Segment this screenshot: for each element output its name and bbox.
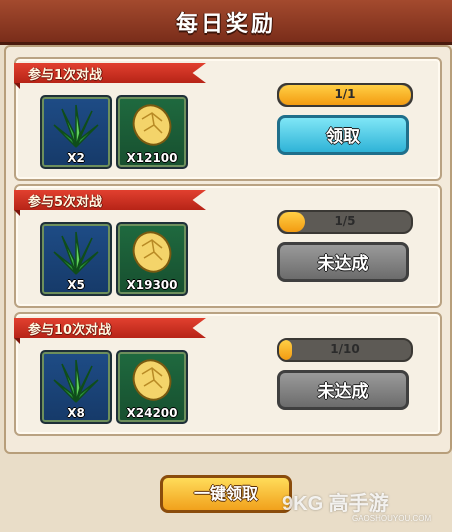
reward-quantity: X8 [67, 406, 85, 420]
herb-icon [53, 231, 99, 275]
progress-bar: 1/1 [277, 83, 413, 107]
not-achieved-button[interactable]: 未达成 [277, 370, 409, 410]
herb-icon [53, 104, 99, 148]
reward-slot-gold[interactable]: X24200 [116, 350, 188, 424]
task-title: 参与5次对战 [28, 195, 103, 210]
reward-slot-gold[interactable]: X19300 [116, 222, 188, 296]
task-title: 参与1次对战 [28, 68, 103, 83]
reward-slot-gold[interactable]: X12100 [116, 95, 188, 169]
progress-text: 1/1 [334, 87, 356, 101]
gold-nugget-icon [132, 231, 172, 273]
not-achieved-button[interactable]: 未达成 [277, 242, 409, 282]
reward-slot-herb[interactable]: X5 [40, 222, 112, 296]
reward-quantity: X5 [67, 278, 85, 292]
task-ribbon: 参与5次对战 [14, 190, 206, 210]
task-ribbon: 参与1次对战 [14, 63, 206, 83]
reward-quantity: X24200 [126, 406, 178, 420]
gold-nugget-icon [132, 104, 172, 146]
reward-slot-herb[interactable]: X2 [40, 95, 112, 169]
watermark-url: GAOSHOUYOU.COM [352, 514, 432, 523]
reward-card-1: 参与1次对战 X2 X12100 1/1 领取 [14, 57, 442, 181]
herb-icon [53, 359, 99, 403]
claim-all-button[interactable]: 一键领取 [160, 475, 292, 513]
progress-bar: 1/10 [277, 338, 413, 362]
title-bar: 每日奖励 [0, 0, 452, 45]
gold-nugget-icon [132, 359, 172, 401]
reward-quantity: X19300 [126, 278, 178, 292]
reward-quantity: X2 [67, 151, 85, 165]
progress-bar: 1/5 [277, 210, 413, 234]
progress-text: 1/10 [330, 342, 360, 356]
progress-text: 1/5 [334, 214, 356, 228]
page-title: 每日奖励 [175, 12, 276, 37]
reward-card-2: 参与5次对战 X5 X19300 1/5 未达成 [14, 184, 442, 308]
watermark: 9KG 高手游 GAOSHOUYOU.COM [282, 487, 452, 527]
reward-slot-herb[interactable]: X8 [40, 350, 112, 424]
task-title: 参与10次对战 [28, 323, 112, 338]
reward-card-3: 参与10次对战 X8 X24200 1/10 未达成 [14, 312, 442, 436]
watermark-logo: 9KG 高手游 [282, 493, 389, 515]
task-ribbon: 参与10次对战 [14, 318, 206, 338]
reward-quantity: X12100 [126, 151, 178, 165]
claim-button[interactable]: 领取 [277, 115, 409, 155]
